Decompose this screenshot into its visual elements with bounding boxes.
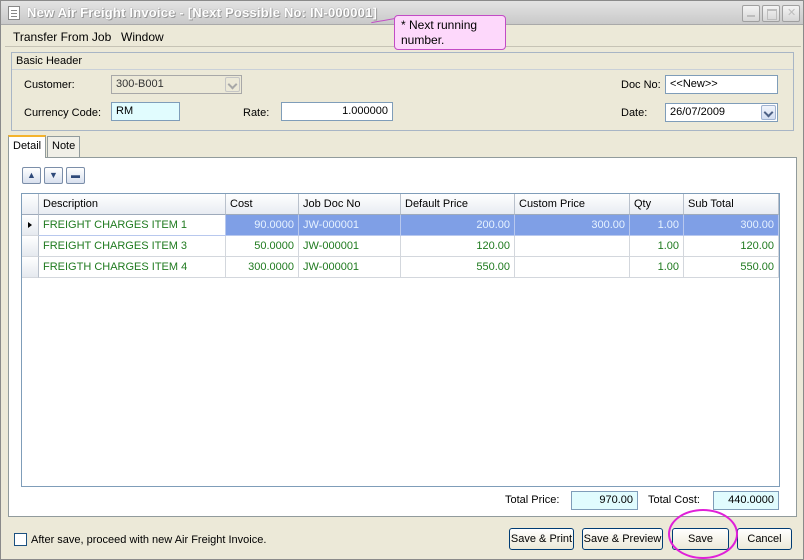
minimize-button[interactable]	[742, 5, 760, 22]
close-button[interactable]	[782, 5, 800, 22]
col-header-custom-price[interactable]: Custom Price	[515, 194, 630, 215]
cell-qty[interactable]: 1.00	[630, 257, 684, 278]
group-divider	[12, 69, 793, 70]
customer-combo[interactable]: 300-B001	[111, 75, 242, 94]
cell-custom-price[interactable]	[515, 236, 630, 257]
delete-row-icon[interactable]: ▬	[66, 167, 85, 184]
col-header-description[interactable]: Description	[39, 194, 226, 215]
save-print-button[interactable]: Save & Print	[509, 528, 574, 550]
cell-job-doc-no[interactable]: JW-000001	[299, 236, 401, 257]
total-price-field: 970.00	[571, 491, 638, 510]
col-header-qty[interactable]: Qty	[630, 194, 684, 215]
menu-transfer-from-job[interactable]: Transfer From Job	[13, 30, 111, 44]
invoice-window: New Air Freight Invoice - [Next Possible…	[0, 0, 804, 560]
cancel-button[interactable]: Cancel	[737, 528, 792, 550]
currency-label: Currency Code:	[24, 107, 102, 119]
cell-qty[interactable]: 1.00	[630, 215, 684, 236]
menu-window[interactable]: Window	[121, 30, 164, 44]
tab-detail[interactable]: Detail	[8, 135, 47, 158]
proceed-new-checkbox[interactable]	[14, 533, 27, 546]
cell-cost[interactable]: 50.0000	[226, 236, 299, 257]
cell-cost[interactable]: 300.0000	[226, 257, 299, 278]
cell-default-price[interactable]: 550.00	[401, 257, 515, 278]
chevron-down-icon[interactable]	[225, 77, 240, 92]
cell-custom-price[interactable]: 300.00	[515, 215, 630, 236]
move-up-icon[interactable]: ▲	[22, 167, 41, 184]
customer-label: Customer:	[24, 79, 75, 91]
cell-job-doc-no[interactable]: JW-000001	[299, 215, 401, 236]
group-title: Basic Header	[16, 55, 83, 67]
cell-description[interactable]: FREIGHT CHARGES ITEM 3	[39, 236, 226, 257]
save-button[interactable]: Save	[672, 528, 729, 550]
cell-sub-total[interactable]: 300.00	[684, 215, 779, 236]
rate-label: Rate:	[243, 107, 270, 119]
row-selector[interactable]	[22, 236, 39, 257]
detail-grid[interactable]: Description Cost Job Doc No Default Pric…	[21, 193, 780, 487]
document-icon	[8, 6, 20, 20]
docno-label: Doc No:	[621, 79, 661, 91]
cell-sub-total[interactable]: 120.00	[684, 236, 779, 257]
cell-job-doc-no[interactable]: JW-000001	[299, 257, 401, 278]
col-header-default-price[interactable]: Default Price	[401, 194, 515, 215]
date-label: Date:	[621, 107, 648, 119]
date-picker[interactable]: 26/07/2009	[665, 103, 778, 122]
row-selector[interactable]	[22, 257, 39, 278]
cell-description[interactable]: FREIGTH CHARGES ITEM 4	[39, 257, 226, 278]
date-value: 26/07/2009	[670, 106, 726, 118]
save-preview-button[interactable]: Save & Preview	[582, 528, 663, 550]
window-title: New Air Freight Invoice - [Next Possible…	[27, 5, 378, 20]
annotation-tooltip: * Next running number.	[394, 15, 506, 50]
cell-default-price[interactable]: 120.00	[401, 236, 515, 257]
col-header-cost[interactable]: Cost	[226, 194, 299, 215]
cell-default-price[interactable]: 200.00	[401, 215, 515, 236]
row-selector-current[interactable]	[22, 215, 39, 236]
total-cost-label: Total Cost:	[648, 494, 700, 506]
total-cost-field: 440.0000	[713, 491, 779, 510]
customer-value: 300-B001	[116, 78, 164, 90]
grid-corner	[22, 194, 39, 215]
currency-field[interactable]: RM	[111, 102, 180, 121]
proceed-new-label[interactable]: After save, proceed with new Air Freight…	[31, 534, 266, 546]
docno-field[interactable]: <<New>>	[665, 75, 778, 94]
total-price-label: Total Price:	[505, 494, 560, 506]
cell-description[interactable]: FREIGHT CHARGES ITEM 1	[39, 215, 226, 236]
col-header-job-doc-no[interactable]: Job Doc No	[299, 194, 401, 215]
cell-sub-total[interactable]: 550.00	[684, 257, 779, 278]
cell-qty[interactable]: 1.00	[630, 236, 684, 257]
cell-cost[interactable]: 90.0000	[226, 215, 299, 236]
rate-field[interactable]: 1.000000	[281, 102, 393, 121]
cell-custom-price[interactable]	[515, 257, 630, 278]
calendar-dropdown-icon[interactable]	[761, 105, 776, 120]
col-header-sub-total[interactable]: Sub Total	[684, 194, 779, 215]
move-down-icon[interactable]: ▼	[44, 167, 63, 184]
tab-note[interactable]: Note	[47, 136, 81, 157]
maximize-button[interactable]	[762, 5, 780, 22]
